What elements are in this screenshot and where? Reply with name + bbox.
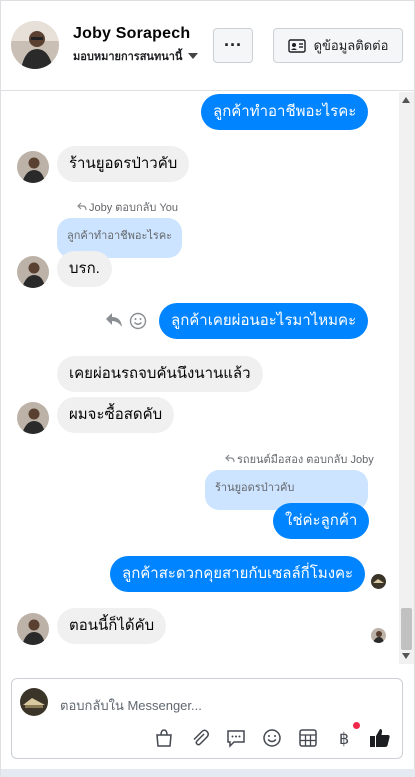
caret-down-icon [188,53,199,59]
attachment-icon[interactable] [188,726,212,750]
sender-avatar [17,256,49,288]
view-contact-label: ดูข้อมูลติดต่อ [313,38,389,53]
reply-context-label: รถยนต์มือสอง ตอบกลับ Joby [225,450,374,468]
message-outgoing: ลูกค้าเคยผ่อนอะไรมาไหมคะ [159,303,369,339]
reply-arrow-icon [77,202,87,211]
page-avatar [20,688,48,716]
message-outgoing: ใช่ค่ะลูกค้า [273,503,370,539]
assign-conversation-dropdown[interactable]: มอบหมายการสนทนานี้ [73,47,199,65]
message-incoming: เคยผ่อนรถจบคันนึงนานแล้ว [57,356,263,392]
emoji-icon[interactable] [260,726,284,750]
message-incoming: บรก. [57,251,112,287]
message-incoming: ร้านยูอดรป่าวคับ [57,146,190,182]
reply-label-text: Joby ตอบกลับ You [89,202,179,214]
like-icon[interactable] [368,726,392,750]
messenger-panel: Joby Sorapech มอบหมายการสนทนานี้ ··· ดูข… [0,0,415,777]
scroll-thumb[interactable] [401,608,412,650]
composer-toolbar: ฿ [152,722,392,750]
notification-dot [353,722,360,729]
view-contact-button[interactable]: ดูข้อมูลติดต่อ [273,28,403,63]
seen-avatar [371,628,386,643]
contact-name: Joby Sorapech [73,25,191,42]
contact-avatar[interactable] [11,21,59,69]
more-label: ··· [224,35,242,55]
more-options-button[interactable]: ··· [213,28,253,63]
svg-text:฿: ฿ [339,729,349,748]
sender-avatar [17,402,49,434]
message-incoming: ตอนนี้ก็ได้คับ [57,608,167,644]
sender-avatar [17,151,49,183]
react-smile-icon[interactable] [129,312,147,335]
reply-label-text: รถยนต์มือสอง ตอบกลับ Joby [237,454,374,466]
chat-scrollbar[interactable] [399,92,414,664]
contact-card-icon [287,38,306,53]
message-incoming: ผมจะซื้อสดคับ [57,397,175,433]
message-list[interactable]: ลูกค้าทำอาชีพอะไรคะ ร้านยูอดรป่าวคับ Job… [1,92,399,664]
bottom-strip [1,769,415,777]
reply-icon[interactable] [105,312,123,333]
reply-composer[interactable]: ตอบกลับใน Messenger... ฿ [11,678,403,759]
assign-label: มอบหมายการสนทนานี้ [73,51,183,63]
scroll-up-icon[interactable] [402,97,410,103]
reply-input[interactable]: ตอบกลับใน Messenger... [60,695,202,716]
baht-payment-icon[interactable]: ฿ [332,722,360,750]
message-outgoing: ลูกค้าทำอาชีพอะไรคะ [201,94,369,130]
saved-replies-icon[interactable] [224,726,248,750]
message-outgoing: ลูกค้าสะดวกคุยสายกับเซลล์กี่โมงคะ [110,556,366,592]
conversation-header: Joby Sorapech มอบหมายการสนทนานี้ ··· ดูข… [1,1,414,91]
seen-avatar [371,574,386,589]
scroll-down-icon[interactable] [402,653,410,659]
sender-avatar [17,613,49,645]
table-icon[interactable] [296,726,320,750]
shop-icon[interactable] [152,726,176,750]
reply-arrow-icon [225,454,235,463]
reply-context-label: Joby ตอบกลับ You [77,198,178,216]
